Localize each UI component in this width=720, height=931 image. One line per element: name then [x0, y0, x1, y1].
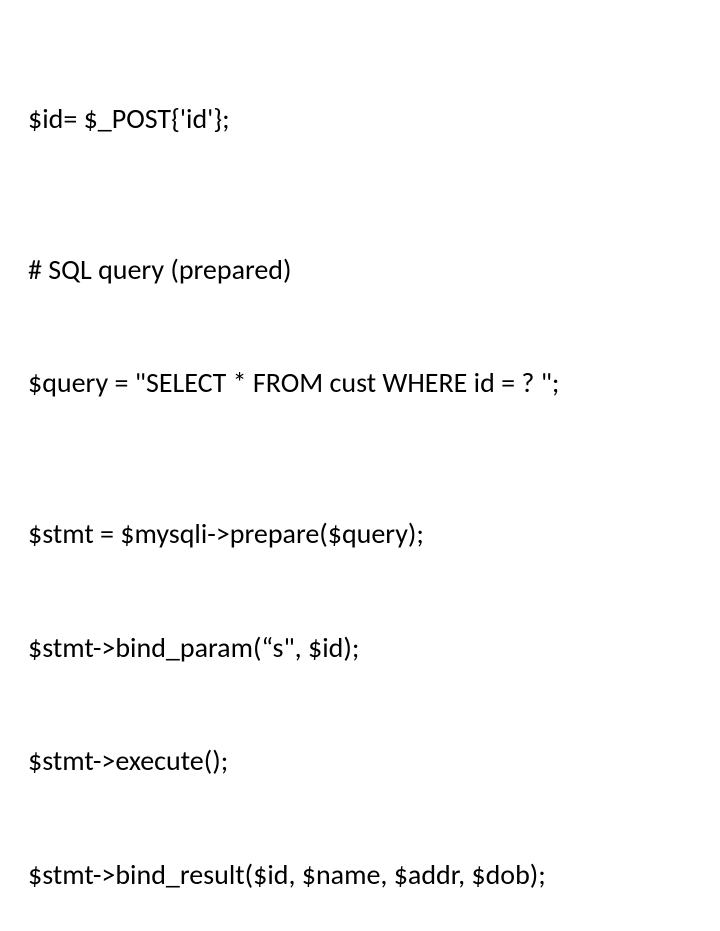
- code-line: $stmt->bind_param(“s", $id);: [28, 629, 692, 667]
- code-line: # SQL query (prepared): [28, 251, 692, 289]
- code-snippet: $id= $_POST{'id'}; # SQL query (prepared…: [28, 24, 692, 931]
- code-line: $stmt->execute();: [28, 742, 692, 780]
- code-line: $stmt->bind_result($id, $name, $addr, $d…: [28, 856, 692, 894]
- code-line: $query = "SELECT * FROM cust WHERE id = …: [28, 364, 692, 402]
- code-line: $stmt = $mysqli->prepare($query);: [28, 515, 692, 553]
- code-line: $id= $_POST{'id'};: [28, 100, 692, 138]
